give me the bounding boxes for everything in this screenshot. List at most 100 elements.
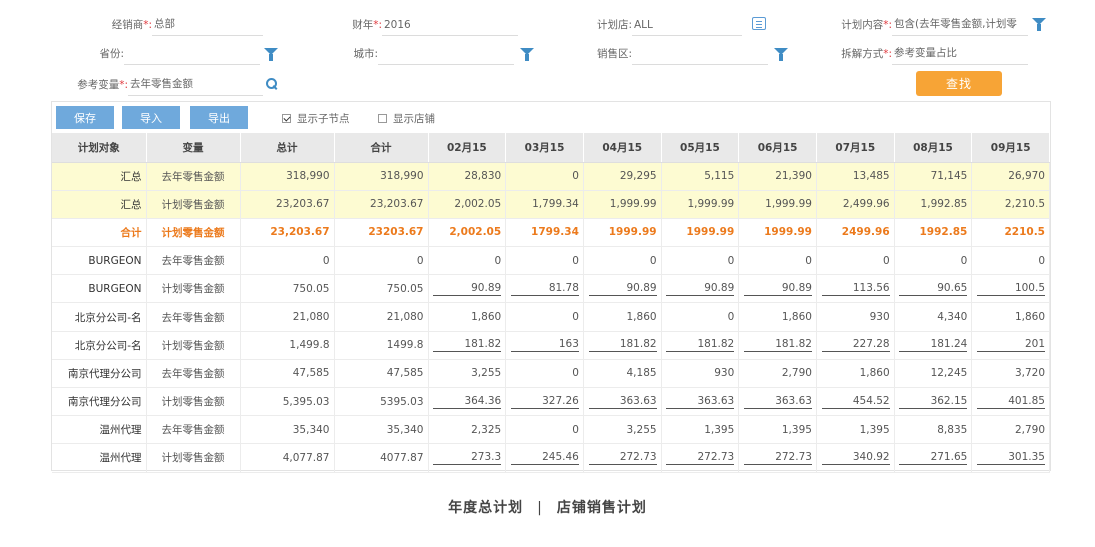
filter-ref-variable: 参考变量*: 去年零售金额 (60, 74, 263, 96)
column-header[interactable]: 03月15 (505, 133, 584, 163)
city-field[interactable] (378, 43, 514, 65)
editable-value[interactable]: 181.82 (743, 338, 812, 353)
editable-value[interactable]: 362.15 (899, 395, 968, 409)
editable-value[interactable]: 272.73 (666, 451, 735, 465)
editable-value[interactable]: 181.82 (666, 338, 735, 353)
sales-area-filter-icon[interactable] (774, 48, 788, 61)
sales-area-field[interactable] (632, 43, 768, 65)
show-children-checkbox[interactable] (282, 114, 291, 123)
editable-value[interactable]: 273.3 (433, 451, 502, 465)
editable-value[interactable]: 90.89 (666, 282, 735, 296)
editable-value[interactable]: 181.24 (899, 338, 968, 353)
city-filter-icon[interactable] (520, 48, 534, 61)
province-filter-icon[interactable] (264, 48, 278, 61)
month-value-cell[interactable]: 364.36 (428, 387, 507, 417)
editable-value[interactable]: 227.28 (821, 338, 890, 353)
month-value-cell[interactable]: 363.63 (661, 387, 740, 417)
month-value-cell[interactable]: 81.78 (505, 274, 584, 304)
split-method-field[interactable]: 参考变量占比 (892, 43, 1028, 65)
month-value-cell[interactable]: 90.89 (738, 274, 817, 304)
editable-value[interactable]: 181.82 (588, 338, 657, 353)
month-value-cell[interactable]: 340.92 (816, 443, 895, 473)
import-button[interactable]: 导入 (122, 106, 180, 129)
month-value-cell[interactable]: 272.73 (583, 443, 662, 473)
editable-value[interactable]: 271.65 (899, 451, 968, 465)
month-value-cell[interactable]: 90.65 (894, 274, 973, 304)
month-value-cell[interactable]: 90.89 (428, 274, 507, 304)
editable-value[interactable]: 327.26 (510, 395, 579, 409)
editable-value[interactable]: 90.89 (743, 282, 812, 296)
column-header[interactable]: 08月15 (894, 133, 973, 163)
editable-value[interactable]: 163 (510, 338, 579, 353)
ref-variable-field[interactable]: 去年零售金额 (128, 74, 263, 96)
editable-value[interactable]: 340.92 (821, 451, 890, 465)
export-button[interactable]: 导出 (190, 106, 248, 129)
editable-value[interactable]: 113.56 (821, 282, 890, 296)
month-value-cell[interactable]: 90.89 (583, 274, 662, 304)
editable-value[interactable]: 454.52 (821, 395, 890, 409)
search-button[interactable]: 查找 (916, 71, 1002, 96)
ref-variable-search-icon[interactable] (266, 78, 278, 90)
plan-content-field[interactable]: 包含(去年零售金额,计划零 (892, 14, 1028, 36)
month-value-cell[interactable]: 181.82 (738, 331, 817, 360)
editable-value[interactable]: 201 (977, 338, 1045, 353)
column-header[interactable]: 06月15 (738, 133, 817, 163)
month-value-cell[interactable]: 327.26 (505, 387, 584, 417)
month-value-cell[interactable]: 273.3 (428, 443, 507, 473)
month-value-cell[interactable]: 181.24 (894, 331, 973, 360)
month-value-cell[interactable]: 181.82 (661, 331, 740, 360)
column-header[interactable]: 04月15 (583, 133, 662, 163)
editable-value[interactable]: 401.85 (977, 395, 1045, 409)
column-header[interactable]: 计划对象 (52, 133, 147, 163)
plan-store-field[interactable]: ALL (632, 14, 742, 36)
column-header[interactable]: 02月15 (428, 133, 507, 163)
editable-value[interactable]: 90.89 (433, 282, 502, 296)
month-value-cell[interactable]: 227.28 (816, 331, 895, 360)
editable-value[interactable]: 301.35 (977, 451, 1045, 465)
column-header[interactable]: 总计 (240, 133, 335, 163)
month-value-cell[interactable]: 363.63 (583, 387, 662, 417)
editable-value[interactable]: 363.63 (588, 395, 657, 409)
editable-value[interactable]: 81.78 (510, 282, 579, 296)
editable-value[interactable]: 272.73 (743, 451, 812, 465)
editable-value[interactable]: 363.63 (743, 395, 812, 409)
month-value-cell[interactable]: 163 (505, 331, 584, 360)
editable-value[interactable]: 90.65 (899, 282, 968, 296)
province-field[interactable] (124, 43, 260, 65)
column-header[interactable]: 05月15 (661, 133, 740, 163)
month-value-cell[interactable]: 181.82 (428, 331, 507, 360)
month-value-cell[interactable]: 301.35 (971, 443, 1050, 473)
month-value-cell[interactable]: 271.65 (894, 443, 973, 473)
editable-value[interactable]: 363.63 (666, 395, 735, 409)
month-value-cell[interactable]: 401.85 (971, 387, 1050, 417)
save-button[interactable]: 保存 (56, 106, 114, 129)
column-header[interactable]: 变量 (146, 133, 241, 163)
month-value-cell[interactable]: 113.56 (816, 274, 895, 304)
editable-value[interactable]: 245.46 (510, 451, 579, 465)
dealer-field[interactable]: 总部 (152, 14, 263, 36)
fiscal-year-field[interactable]: 2016 (382, 14, 518, 36)
show-children-toggle[interactable]: 显示子节点 (282, 111, 350, 126)
column-header[interactable]: 09月15 (971, 133, 1050, 163)
store-picker-icon[interactable] (752, 17, 766, 30)
show-stores-toggle[interactable]: 显示店铺 (378, 111, 435, 126)
show-stores-checkbox[interactable] (378, 114, 387, 123)
month-value-cell[interactable]: 363.63 (738, 387, 817, 417)
month-value-cell[interactable]: 100.5 (971, 274, 1050, 304)
editable-value[interactable]: 272.73 (588, 451, 657, 465)
plan-content-filter-icon[interactable] (1032, 18, 1046, 31)
editable-value[interactable]: 364.36 (433, 395, 502, 409)
month-value-cell[interactable]: 272.73 (661, 443, 740, 473)
month-value-cell[interactable]: 454.52 (816, 387, 895, 417)
month-value-cell[interactable]: 201 (971, 331, 1050, 360)
month-value-cell[interactable]: 90.89 (661, 274, 740, 304)
editable-value[interactable]: 181.82 (433, 338, 502, 353)
month-value-cell[interactable]: 362.15 (894, 387, 973, 417)
editable-value[interactable]: 100.5 (977, 282, 1045, 296)
month-value-cell[interactable]: 272.73 (738, 443, 817, 473)
month-value-cell[interactable]: 245.46 (505, 443, 584, 473)
editable-value[interactable]: 90.89 (588, 282, 657, 296)
column-header[interactable]: 07月15 (816, 133, 895, 163)
month-value-cell[interactable]: 181.82 (583, 331, 662, 360)
column-header[interactable]: 合计 (334, 133, 429, 163)
